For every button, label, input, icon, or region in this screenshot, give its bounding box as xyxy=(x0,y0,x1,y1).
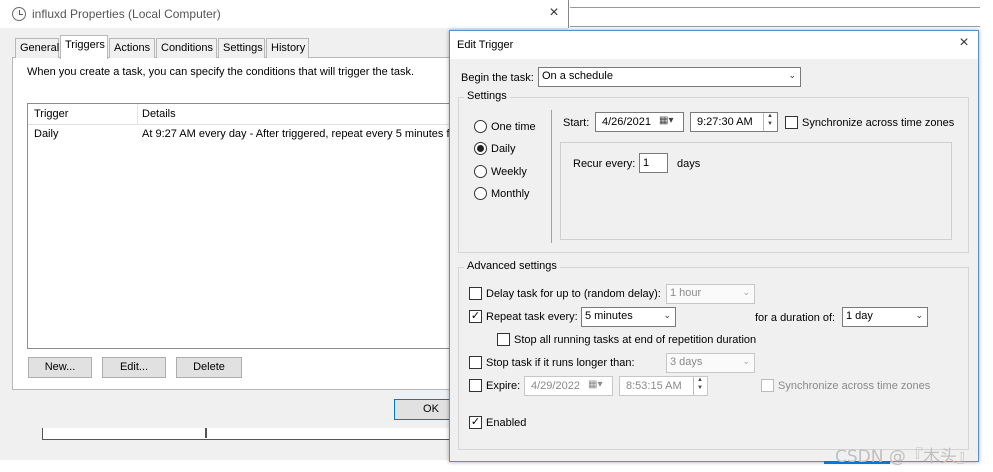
chevron-down-icon: ⌄ xyxy=(788,70,796,80)
column-separator xyxy=(137,104,138,125)
delay-select[interactable]: 1 hour ⌄ xyxy=(666,284,755,304)
time-spinner-icon[interactable] xyxy=(693,377,707,395)
dialog-title: Edit Trigger xyxy=(457,39,514,51)
stop-all-checkbox[interactable] xyxy=(497,333,510,346)
stop-if-value: 3 days xyxy=(670,356,703,368)
edit-trigger-dialog: Edit Trigger × Begin the task: On a sche… xyxy=(449,30,979,462)
repeat-value: 5 minutes xyxy=(585,310,633,322)
expire-sync-label: Synchronize across time zones xyxy=(778,380,931,392)
advanced-settings-title: Advanced settings xyxy=(464,260,560,272)
radio-monthly[interactable] xyxy=(474,187,487,200)
enabled-label: Enabled xyxy=(486,417,527,429)
sync-timezones-label: Synchronize across time zones xyxy=(802,117,955,129)
start-label: Start: xyxy=(563,117,590,129)
triggers-list[interactable]: Trigger Details Daily At 9:27 AM every d… xyxy=(27,103,452,349)
tab-actions[interactable]: Actions xyxy=(109,38,155,58)
begin-task-value: On a schedule xyxy=(542,70,613,82)
background-divider xyxy=(568,0,569,28)
delay-value: 1 hour xyxy=(670,287,702,299)
stop-all-label: Stop all running tasks at end of repetit… xyxy=(514,334,757,346)
background-divider xyxy=(570,7,980,8)
delay-checkbox[interactable] xyxy=(469,287,482,300)
settings-group-title: Settings xyxy=(464,90,510,102)
details-cell: At 9:27 AM every day - After triggered, … xyxy=(142,128,452,140)
expire-date-picker[interactable]: 4/29/2022 ▦▾ xyxy=(524,376,613,396)
expire-time-picker[interactable]: 8:53:15 AM xyxy=(619,376,708,396)
chevron-down-icon: ⌄ xyxy=(742,287,750,297)
start-date-picker[interactable]: 4/26/2021 ▦▾ xyxy=(595,112,684,132)
column-header-trigger[interactable]: Trigger xyxy=(34,108,68,120)
enabled-checkbox[interactable]: ✓ xyxy=(469,416,482,429)
tab-settings[interactable]: Settings xyxy=(218,38,265,58)
calendar-icon[interactable]: ▦▾ xyxy=(659,115,673,126)
duration-value: 1 day xyxy=(846,310,873,322)
start-date-value: 4/26/2021 xyxy=(602,116,651,128)
expire-date-value: 4/29/2022 xyxy=(531,380,580,392)
radio-monthly-label: Monthly xyxy=(491,188,530,200)
recur-input[interactable]: 1 xyxy=(639,153,668,173)
expire-sync-checkbox[interactable] xyxy=(761,379,774,392)
duration-select[interactable]: 1 day ⌄ xyxy=(842,307,928,327)
edit-button[interactable]: Edit... xyxy=(102,357,166,378)
tab-conditions[interactable]: Conditions xyxy=(156,38,217,58)
chevron-down-icon: ⌄ xyxy=(663,310,671,320)
list-header: Trigger Details xyxy=(28,104,451,125)
stop-if-select[interactable]: 3 days ⌄ xyxy=(666,353,755,373)
start-time-picker[interactable]: 9:27:30 AM xyxy=(690,112,778,132)
background-panel xyxy=(42,428,450,440)
chevron-down-icon: ⌄ xyxy=(915,310,923,320)
table-row[interactable]: Daily At 9:27 AM every day - After trigg… xyxy=(28,125,452,144)
repeat-select[interactable]: 5 minutes ⌄ xyxy=(581,307,676,327)
triggers-intro-text: When you create a task, you can specify … xyxy=(27,66,415,78)
radio-one-time[interactable] xyxy=(474,120,487,133)
properties-title: influxd Properties (Local Computer) xyxy=(32,7,221,21)
radio-one-time-label: One time xyxy=(491,121,536,133)
tab-general[interactable]: General xyxy=(15,38,59,58)
expire-checkbox[interactable] xyxy=(469,379,482,392)
radio-weekly-label: Weekly xyxy=(491,166,527,178)
expire-label: Expire: xyxy=(486,380,521,392)
sync-timezones-checkbox[interactable] xyxy=(785,116,798,129)
time-spinner-icon[interactable] xyxy=(763,113,777,131)
recur-panel xyxy=(560,142,952,240)
close-icon[interactable]: × xyxy=(954,34,974,54)
column-header-details[interactable]: Details xyxy=(142,108,176,120)
new-button[interactable]: New... xyxy=(28,357,92,378)
radio-weekly[interactable] xyxy=(474,165,487,178)
begin-task-label: Begin the task: xyxy=(461,72,534,84)
start-time-value: 9:27:30 AM xyxy=(697,116,753,128)
task-clock-icon xyxy=(12,7,26,21)
close-icon[interactable]: × xyxy=(545,4,563,22)
watermark: CSDN @『木头』 xyxy=(835,447,974,467)
schedule-divider xyxy=(551,110,552,243)
recur-label: Recur every: xyxy=(573,158,636,170)
recur-unit-label: days xyxy=(677,158,701,170)
calendar-icon[interactable]: ▦▾ xyxy=(588,379,602,390)
radio-daily[interactable] xyxy=(474,142,487,155)
radio-daily-label: Daily xyxy=(491,143,516,155)
delay-label: Delay task for up to (random delay): xyxy=(486,288,661,300)
stop-if-label: Stop task if it runs longer than: xyxy=(486,357,635,369)
background-divider xyxy=(205,428,207,438)
repeat-checkbox[interactable]: ✓ xyxy=(469,310,482,323)
repeat-label: Repeat task every: xyxy=(486,311,578,323)
background-divider xyxy=(570,26,980,27)
expire-time-value: 8:53:15 AM xyxy=(626,380,682,392)
tab-triggers[interactable]: Triggers xyxy=(60,35,108,59)
chevron-down-icon: ⌄ xyxy=(742,356,750,366)
duration-label: for a duration of: xyxy=(755,312,836,324)
tab-history[interactable]: History xyxy=(266,38,309,58)
trigger-cell: Daily xyxy=(34,128,59,140)
begin-task-select[interactable]: On a schedule ⌄ xyxy=(538,67,801,87)
stop-if-checkbox[interactable] xyxy=(469,356,482,369)
delete-button[interactable]: Delete xyxy=(176,357,242,378)
